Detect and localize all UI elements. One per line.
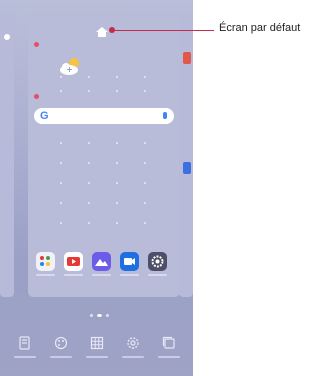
grid-dot: [144, 142, 146, 144]
grid-icon: [90, 336, 104, 350]
video-call-icon[interactable]: [120, 252, 139, 271]
wallpaper-icon: [19, 336, 30, 350]
grid-dot: [144, 202, 146, 204]
app-label: [92, 274, 111, 276]
grid-dot: [144, 76, 146, 78]
button-label: [122, 356, 144, 358]
grid-dot: [116, 202, 118, 204]
grid-dot: [116, 76, 118, 78]
grid-dot: [116, 162, 118, 164]
partly-cloudy-icon: [60, 58, 79, 75]
phone-screen: G: [0, 0, 193, 376]
grid-dot: [88, 142, 90, 144]
indicator-dot: [34, 94, 39, 99]
page-indicator: [90, 313, 120, 317]
button-label: [158, 356, 180, 358]
apps-folder-icon[interactable]: [36, 252, 55, 271]
app-label: [120, 274, 139, 276]
grid-dot: [144, 90, 146, 92]
wallpaper-button[interactable]: [10, 336, 40, 370]
grid-dot: [60, 142, 62, 144]
grid-dot: [60, 202, 62, 204]
grid-dot: [60, 76, 62, 78]
grid-dot: [88, 202, 90, 204]
settings-icon: [127, 337, 139, 349]
youtube-icon[interactable]: [64, 252, 83, 271]
themes-button[interactable]: [46, 336, 76, 370]
grid-dot: [60, 90, 62, 92]
google-search-bar[interactable]: G: [34, 108, 174, 124]
gallery-icon[interactable]: [92, 252, 111, 271]
screens-button[interactable]: [154, 336, 184, 370]
grid-button[interactable]: [82, 336, 112, 370]
page-dot: [106, 314, 109, 317]
indicator-dot: [34, 42, 39, 47]
app-dock: [34, 252, 174, 278]
previous-screen-preview[interactable]: [0, 12, 14, 297]
next-screen-preview[interactable]: [179, 12, 193, 297]
app-icon: [183, 162, 191, 174]
home-screen-settings-bar: [0, 330, 193, 376]
grid-dot: [60, 162, 62, 164]
default-home-screen-preview[interactable]: G: [28, 12, 180, 297]
theme-icon: [54, 336, 68, 350]
button-label: [50, 356, 72, 358]
grid-dot: [116, 90, 118, 92]
grid-dot: [88, 76, 90, 78]
grid-dot: [116, 142, 118, 144]
page-dot-active: [97, 314, 102, 317]
settings-icon[interactable]: [148, 252, 167, 271]
home-icon[interactable]: [96, 27, 108, 37]
grid-dot: [144, 222, 146, 224]
google-logo: G: [40, 110, 49, 122]
mic-icon[interactable]: [163, 112, 167, 119]
grid-dot: [116, 222, 118, 224]
page-dot: [90, 314, 93, 317]
button-label: [14, 356, 36, 358]
grid-dot: [144, 182, 146, 184]
app-label: [64, 274, 83, 276]
grid-dot: [116, 182, 118, 184]
callout-line: [112, 30, 214, 31]
grid-dot: [88, 162, 90, 164]
screens-icon: [162, 336, 175, 349]
app-label: [148, 274, 167, 276]
grid-dot: [144, 162, 146, 164]
app-label: [36, 274, 55, 276]
grid-dot: [60, 222, 62, 224]
app-icon: [183, 52, 191, 64]
home-settings-button[interactable]: [118, 336, 148, 370]
button-label: [86, 356, 108, 358]
grid-dot: [60, 182, 62, 184]
grid-dot: [88, 90, 90, 92]
grid-dot: [88, 222, 90, 224]
grid-dot: [88, 182, 90, 184]
page-dot: [4, 34, 10, 40]
callout-label: Écran par défaut: [219, 22, 301, 34]
